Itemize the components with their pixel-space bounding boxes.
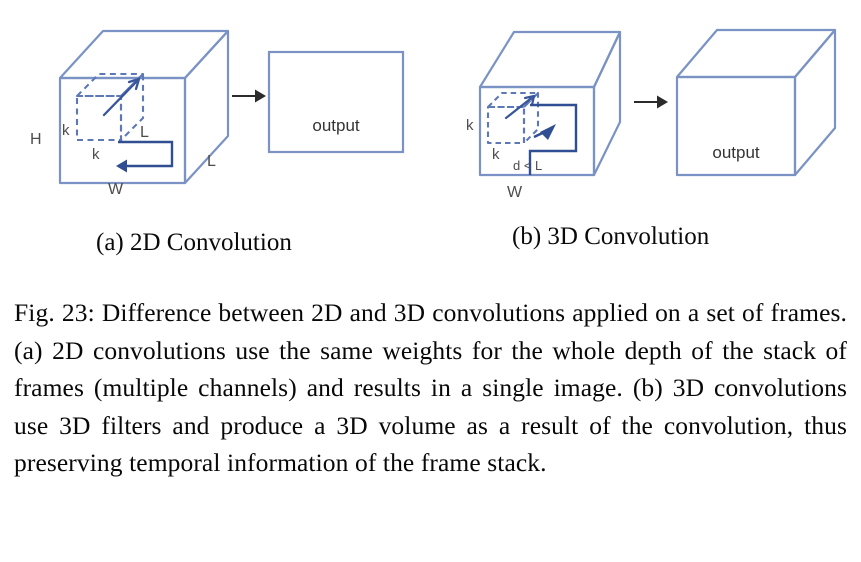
- flow-arrowhead-3d: [657, 95, 668, 109]
- panel-a-2d-convolution: H W L k k L output: [30, 29, 405, 198]
- input-cuboid-2d-labels: H W L k k L: [30, 122, 216, 198]
- label-k-height-3d: k: [466, 117, 474, 134]
- kernel-2d-front-face: [75, 94, 123, 142]
- label-k-width: k: [92, 146, 100, 163]
- sliding-window-arrow-2d: [116, 140, 174, 173]
- label-d-less-than-L: d < L: [513, 158, 542, 173]
- output-label-3d: output: [712, 143, 760, 162]
- label-k-width-3d: k: [492, 146, 500, 163]
- figure-caption: Fig. 23: Difference between 2D and 3D co…: [14, 294, 847, 482]
- kernel-3d-front-face: [486, 105, 526, 145]
- label-H: H: [30, 131, 42, 148]
- output-cuboid-3d-right-face: [793, 28, 837, 177]
- sliding-window-arrowhead-2d: [116, 159, 127, 173]
- subcaption-3d-convolution: (b) 3D Convolution: [512, 223, 710, 250]
- input-cuboid-2d-top-face: [58, 29, 230, 80]
- input-cuboid-3d-right-face: [592, 30, 622, 177]
- subcaption-2d-convolution: (a) 2D Convolution: [96, 229, 292, 256]
- panel-b-3d-convolution: k k d < L W output: [466, 28, 837, 201]
- flow-arrow-3d: [634, 95, 668, 109]
- kernel-dashed-cuboid-3d: [486, 91, 540, 145]
- figure-illustration: H W L k k L output k k d < L W output: [0, 0, 861, 220]
- input-cuboid-3d-labels: k k d < L W: [466, 117, 542, 201]
- output-rectangle-2d: [267, 50, 405, 154]
- label-W: W: [108, 181, 124, 198]
- label-k-height: k: [62, 122, 70, 139]
- label-W-3d: W: [507, 184, 523, 201]
- label-L-depth: L: [207, 153, 216, 170]
- input-cuboid-3d: [478, 30, 622, 177]
- subcaption-row: (a) 2D Convolution (b) 3D Convolution: [0, 222, 861, 268]
- convolution-diagram-svg: H W L k k L output k k d < L W output: [30, 28, 837, 201]
- label-L-kernel: L: [140, 124, 149, 141]
- flow-arrow-2d: [232, 89, 266, 103]
- output-cuboid-3d-top-face: [675, 28, 837, 79]
- figure-caption-text: Fig. 23: Difference between 2D and 3D co…: [14, 298, 847, 477]
- flow-arrowhead-2d: [255, 89, 266, 103]
- output-label-2d: output: [312, 116, 360, 135]
